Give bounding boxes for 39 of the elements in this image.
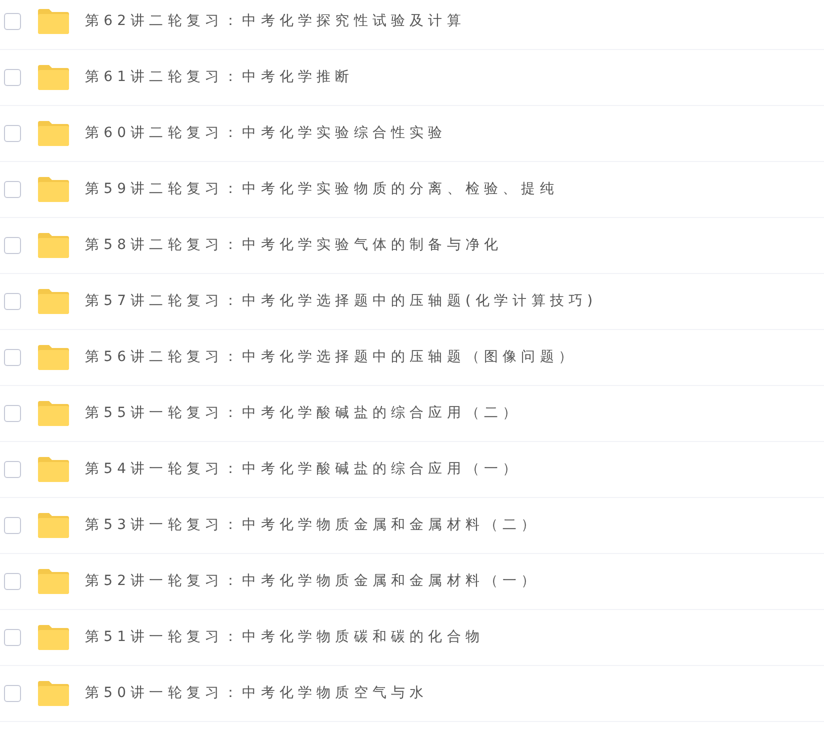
folder-icon <box>37 512 70 539</box>
folder-name[interactable]: 第50讲一轮复习：中考化学物质空气与水 <box>85 683 428 704</box>
folder-icon <box>37 232 70 259</box>
folder-name[interactable]: 第55讲一轮复习：中考化学酸碱盐的综合应用（二） <box>85 403 522 424</box>
folder-icon <box>37 680 70 707</box>
checkbox[interactable] <box>4 13 21 30</box>
folder-icon <box>37 64 70 91</box>
checkbox[interactable] <box>4 685 21 702</box>
folder-icon <box>37 8 70 35</box>
folder-name[interactable]: 第61讲二轮复习：中考化学推断 <box>85 67 354 88</box>
folder-icon <box>37 568 70 595</box>
checkbox[interactable] <box>4 517 21 534</box>
folder-icon <box>37 456 70 483</box>
folder-icon <box>37 400 70 427</box>
checkbox[interactable] <box>4 461 21 478</box>
folder-name[interactable]: 第51讲一轮复习：中考化学物质碳和碳的化合物 <box>85 627 484 648</box>
folder-icon <box>37 624 70 651</box>
checkbox[interactable] <box>4 573 21 590</box>
checkbox[interactable] <box>4 349 21 366</box>
folder-icon <box>37 176 70 203</box>
folder-name[interactable]: 第52讲一轮复习：中考化学物质金属和金属材料（一） <box>85 571 540 592</box>
folder-name[interactable]: 第59讲二轮复习：中考化学实验物质的分离、检验、提纯 <box>85 179 558 200</box>
checkbox[interactable] <box>4 181 21 198</box>
checkbox[interactable] <box>4 125 21 142</box>
checkbox[interactable] <box>4 293 21 310</box>
folder-icon <box>37 344 70 371</box>
folder-name[interactable]: 第62讲二轮复习：中考化学探究性试验及计算 <box>85 11 466 32</box>
checkbox[interactable] <box>4 629 21 646</box>
folder-name[interactable]: 第54讲一轮复习：中考化学酸碱盐的综合应用（一） <box>85 459 522 480</box>
folder-name[interactable]: 第56讲二轮复习：中考化学选择题中的压轴题（图像问题） <box>85 347 578 368</box>
folder-icon <box>37 120 70 147</box>
checkbox[interactable] <box>4 69 21 86</box>
checkbox[interactable] <box>4 405 21 422</box>
folder-name[interactable]: 第57讲二轮复习：中考化学选择题中的压轴题(化学计算技巧) <box>85 291 598 312</box>
folder-icon <box>37 288 70 315</box>
folder-name[interactable]: 第58讲二轮复习：中考化学实验气体的制备与净化 <box>85 235 503 256</box>
checkbox[interactable] <box>4 237 21 254</box>
folder-name[interactable]: 第60讲二轮复习：中考化学实验综合性实验 <box>85 123 447 144</box>
folder-name[interactable]: 第53讲一轮复习：中考化学物质金属和金属材料（二） <box>85 515 540 536</box>
